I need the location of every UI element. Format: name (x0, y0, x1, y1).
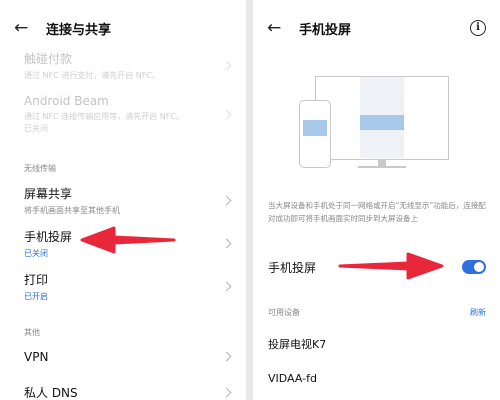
chevron-right-icon (221, 109, 232, 119)
list-item-label: 触碰付款 (24, 52, 73, 66)
left-topbar: ← 连接与共享 (0, 0, 246, 56)
list-item-sub: 通过 NFC 连接传输应用等，请先开启 NFC。 已关闭 (24, 112, 184, 133)
list-item-private-dns[interactable]: 私人 DNS (0, 384, 246, 400)
list-item-print[interactable]: 打印 已开启 (0, 271, 246, 303)
chevron-right-icon (221, 387, 232, 397)
screen-cast-panel: ← 手机投屏 i 当大屏设备和手机处于同一网络或开启“无线显示”功能后，连接配对… (253, 0, 500, 400)
chevron-right-icon (221, 195, 232, 206)
chevron-right-icon (221, 351, 232, 362)
page-title: 手机投屏 (299, 22, 352, 38)
red-arrow-right-icon (338, 252, 444, 280)
list-item-status: 已开启 (24, 292, 48, 301)
phone-icon (299, 100, 331, 168)
chevron-right-icon (221, 281, 232, 292)
list-item-label: 私人 DNS (24, 386, 78, 400)
info-icon[interactable]: i (470, 20, 486, 36)
section-header-other: 其他 (24, 328, 40, 337)
monitor-icon (315, 76, 449, 160)
page-title: 连接与共享 (46, 22, 112, 38)
available-devices-label: 可用设备 (268, 308, 300, 317)
list-item-label: 打印 (24, 273, 49, 287)
list-item-screen-share[interactable]: 屏幕共享 将手机画面共享至其他手机 (0, 185, 246, 217)
refresh-link[interactable]: 刷新 (470, 307, 486, 318)
device-item[interactable]: 投屏电视K7 (268, 336, 326, 352)
list-item-tap-to-pay[interactable]: 触碰付款 通过 NFC 进行支付，请先开启 NFC。 (0, 50, 246, 82)
cast-illustration (299, 72, 451, 174)
list-item-sub: 通过 NFC 进行支付，请先开启 NFC。 (24, 71, 160, 80)
back-arrow-icon[interactable]: ← (14, 19, 36, 37)
chevron-right-icon (221, 60, 232, 71)
list-item-sub: 将手机画面共享至其他手机 (24, 206, 120, 215)
screen-cast-toggle[interactable] (462, 260, 486, 274)
monitor-base (358, 166, 406, 168)
device-item[interactable]: VIDAA-fd (268, 372, 317, 385)
list-item-label: Android Beam (24, 94, 109, 108)
connection-sharing-panel: ← 连接与共享 触碰付款 通过 NFC 进行支付，请先开启 NFC。 Andro… (0, 0, 246, 400)
cast-description: 当大屏设备和手机处于同一网络或开启“无线显示”功能后，连接配对成功即可将手机画面… (268, 201, 486, 223)
right-topbar: ← 手机投屏 i (253, 0, 500, 56)
available-devices-header: 可用设备 刷新 (268, 307, 486, 318)
phone-image (303, 120, 327, 136)
toggle-label: 手机投屏 (268, 260, 317, 275)
list-item-android-beam[interactable]: Android Beam 通过 NFC 连接传输应用等，请先开启 NFC。 已关… (0, 94, 246, 135)
list-item-label: 屏幕共享 (24, 187, 73, 201)
monitor-image (360, 115, 404, 130)
list-item-vpn[interactable]: VPN (0, 350, 246, 364)
back-arrow-icon[interactable]: ← (267, 19, 289, 37)
red-arrow-left-icon (80, 226, 176, 254)
toggle-knob (474, 262, 484, 272)
section-header-wireless: 无线传输 (24, 164, 56, 173)
list-item-label: VPN (24, 350, 49, 364)
chevron-right-icon (221, 238, 232, 249)
